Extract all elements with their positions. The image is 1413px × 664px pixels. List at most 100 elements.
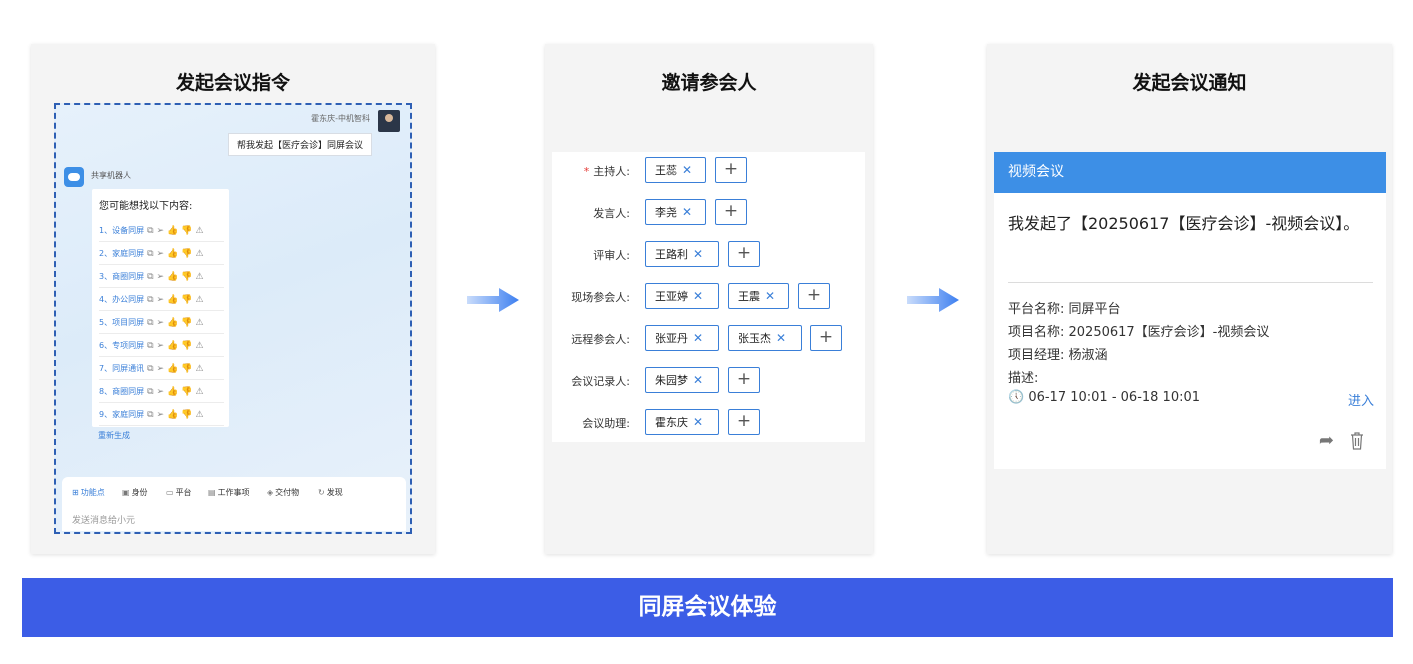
tool-work-items[interactable]: ▤ 工作事项 <box>208 487 250 498</box>
remove-icon[interactable]: ✕ <box>693 289 703 303</box>
remove-icon[interactable]: ✕ <box>765 289 775 303</box>
send-icon[interactable]: ➢ <box>157 364 165 374</box>
suggestion-item[interactable]: 2、家庭同屏 ⧉ ➢ 👍 👎 ⚠ <box>99 242 224 265</box>
thumbs-up-icon[interactable]: 👍 <box>167 318 178 328</box>
copy-icon[interactable]: ⧉ <box>147 364 153 374</box>
warning-icon[interactable]: ⚠ <box>196 410 204 420</box>
thumbs-down-icon[interactable]: 👎 <box>181 364 192 374</box>
suggestion-item[interactable]: 7、同屏通讯 ⧉ ➢ 👍 👎 ⚠ <box>99 357 224 380</box>
add-participant-button[interactable]: + <box>728 241 760 267</box>
participant-tag: 朱园梦 ✕ <box>645 367 719 393</box>
thumbs-up-icon[interactable]: 👍 <box>167 364 178 374</box>
suggestion-label: 1、设备同屏 <box>99 226 145 235</box>
tool-platform[interactable]: ▭ 平台 <box>166 487 192 498</box>
remove-icon[interactable]: ✕ <box>682 163 692 177</box>
copy-icon[interactable]: ⧉ <box>147 249 153 259</box>
flow-arrow-icon <box>467 288 519 312</box>
copy-icon[interactable]: ⧉ <box>147 341 153 351</box>
panel-meeting-notification: 发起会议通知 视频会议 我发起了【20250617【医疗会诊】-视频会议】。 平… <box>987 44 1392 554</box>
suggestion-item[interactable]: 8、商圈同屏 ⧉ ➢ 👍 👎 ⚠ <box>99 380 224 403</box>
thumbs-down-icon[interactable]: 👎 <box>181 249 192 259</box>
suggestion-item[interactable]: 1、设备同屏 ⧉ ➢ 👍 👎 ⚠ <box>99 219 224 242</box>
warning-icon[interactable]: ⚠ <box>196 226 204 236</box>
regenerate-link[interactable]: 重新生成 <box>98 430 130 441</box>
trash-icon[interactable] <box>1350 432 1364 450</box>
warning-icon[interactable]: ⚠ <box>196 272 204 282</box>
row-label: 会议助理: <box>582 417 630 430</box>
suggestion-item[interactable]: 3、商圈同屏 ⧉ ➢ 👍 👎 ⚠ <box>99 265 224 288</box>
share-icon[interactable]: ➦ <box>1319 430 1334 451</box>
warning-icon[interactable]: ⚠ <box>196 249 204 259</box>
suggestion-item[interactable]: 4、办公同屏 ⧉ ➢ 👍 👎 ⚠ <box>99 288 224 311</box>
add-participant-button[interactable]: + <box>715 199 747 225</box>
add-participant-button[interactable]: + <box>715 157 747 183</box>
participant-tag: 张亚丹 ✕ <box>645 325 719 351</box>
tool-discover[interactable]: ↻ 发现 <box>318 487 343 498</box>
warning-icon[interactable]: ⚠ <box>196 318 204 328</box>
user-name: 霍东庆-中机智科 <box>311 114 370 123</box>
warning-icon[interactable]: ⚠ <box>196 341 204 351</box>
thumbs-up-icon[interactable]: 👍 <box>167 272 178 282</box>
enter-meeting-link[interactable]: 进入 <box>1348 390 1374 409</box>
send-icon[interactable]: ➢ <box>157 226 165 236</box>
tool-label: 发现 <box>326 488 343 497</box>
row-label: 会议记录人: <box>571 375 630 388</box>
chat-toolbar: ⊞ 功能点 ▣ 身份 ▭ 平台 ▤ 工作事项 ◈ 交付物 ↻ 发现 发送消息给小元 <box>62 477 406 531</box>
remove-icon[interactable]: ✕ <box>693 415 703 429</box>
copy-icon[interactable]: ⧉ <box>147 318 153 328</box>
send-icon[interactable]: ➢ <box>157 318 165 328</box>
thumbs-up-icon[interactable]: 👍 <box>167 295 178 305</box>
suggestion-item[interactable]: 5、项目同屏 ⧉ ➢ 👍 👎 ⚠ <box>99 311 224 334</box>
thumbs-up-icon[interactable]: 👍 <box>167 341 178 351</box>
tool-feature-point[interactable]: ⊞ 功能点 <box>72 487 105 498</box>
send-icon[interactable]: ➢ <box>157 295 165 305</box>
send-icon[interactable]: ➢ <box>157 387 165 397</box>
remove-icon[interactable]: ✕ <box>776 331 786 345</box>
remove-icon[interactable]: ✕ <box>682 205 692 219</box>
send-icon[interactable]: ➢ <box>157 341 165 351</box>
add-participant-button[interactable]: + <box>728 367 760 393</box>
add-participant-button[interactable]: + <box>728 409 760 435</box>
thumbs-down-icon[interactable]: 👎 <box>181 387 192 397</box>
add-participant-button[interactable]: + <box>798 283 830 309</box>
thumbs-down-icon[interactable]: 👎 <box>181 341 192 351</box>
suggestion-item[interactable]: 6、专项同屏 ⧉ ➢ 👍 👎 ⚠ <box>99 334 224 357</box>
add-participant-button[interactable]: + <box>810 325 842 351</box>
thumbs-down-icon[interactable]: 👎 <box>181 226 192 236</box>
suggestion-label: 2、家庭同屏 <box>99 249 145 258</box>
warning-icon[interactable]: ⚠ <box>196 364 204 374</box>
remove-icon[interactable]: ✕ <box>693 247 703 261</box>
copy-icon[interactable]: ⧉ <box>147 295 153 305</box>
warning-icon[interactable]: ⚠ <box>196 295 204 305</box>
participant-form: * 主持人: 王蕊 ✕ + 发言人: 李尧 ✕ + 评审人: 王路利 ✕ + 现场参会人… <box>552 152 865 442</box>
copy-icon[interactable]: ⧉ <box>147 410 153 420</box>
remove-icon[interactable]: ✕ <box>693 331 703 345</box>
send-icon[interactable]: ➢ <box>157 272 165 282</box>
thumbs-down-icon[interactable]: 👎 <box>181 410 192 420</box>
copy-icon[interactable]: ⧉ <box>147 387 153 397</box>
suggestion-item[interactable]: 9、家庭同屏 ⧉ ➢ 👍 👎 ⚠ <box>99 403 224 426</box>
grid-icon: ⊞ <box>72 488 79 497</box>
remove-icon[interactable]: ✕ <box>693 373 703 387</box>
row-label: 现场参会人: <box>571 291 630 304</box>
tool-identity[interactable]: ▣ 身份 <box>122 487 148 498</box>
tool-deliverables[interactable]: ◈ 交付物 <box>267 487 299 498</box>
suggestion-label: 7、同屏通讯 <box>99 364 145 373</box>
thumbs-up-icon[interactable]: 👍 <box>167 249 178 259</box>
user-avatar[interactable] <box>378 110 400 132</box>
thumbs-up-icon[interactable]: 👍 <box>167 410 178 420</box>
tool-label: 交付物 <box>275 488 300 497</box>
chat-input[interactable]: 发送消息给小元 <box>72 513 135 526</box>
thumbs-down-icon[interactable]: 👎 <box>181 272 192 282</box>
send-icon[interactable]: ➢ <box>157 249 165 259</box>
copy-icon[interactable]: ⧉ <box>147 272 153 282</box>
copy-icon[interactable]: ⧉ <box>147 226 153 236</box>
send-icon[interactable]: ➢ <box>157 410 165 420</box>
warning-icon[interactable]: ⚠ <box>196 387 204 397</box>
thumbs-up-icon[interactable]: 👍 <box>167 387 178 397</box>
thumbs-up-icon[interactable]: 👍 <box>167 226 178 236</box>
thumbs-down-icon[interactable]: 👎 <box>181 318 192 328</box>
panel-title: 发起会议通知 <box>1132 72 1247 94</box>
thumbs-down-icon[interactable]: 👎 <box>181 295 192 305</box>
suggestion-label: 6、专项同屏 <box>99 341 145 350</box>
